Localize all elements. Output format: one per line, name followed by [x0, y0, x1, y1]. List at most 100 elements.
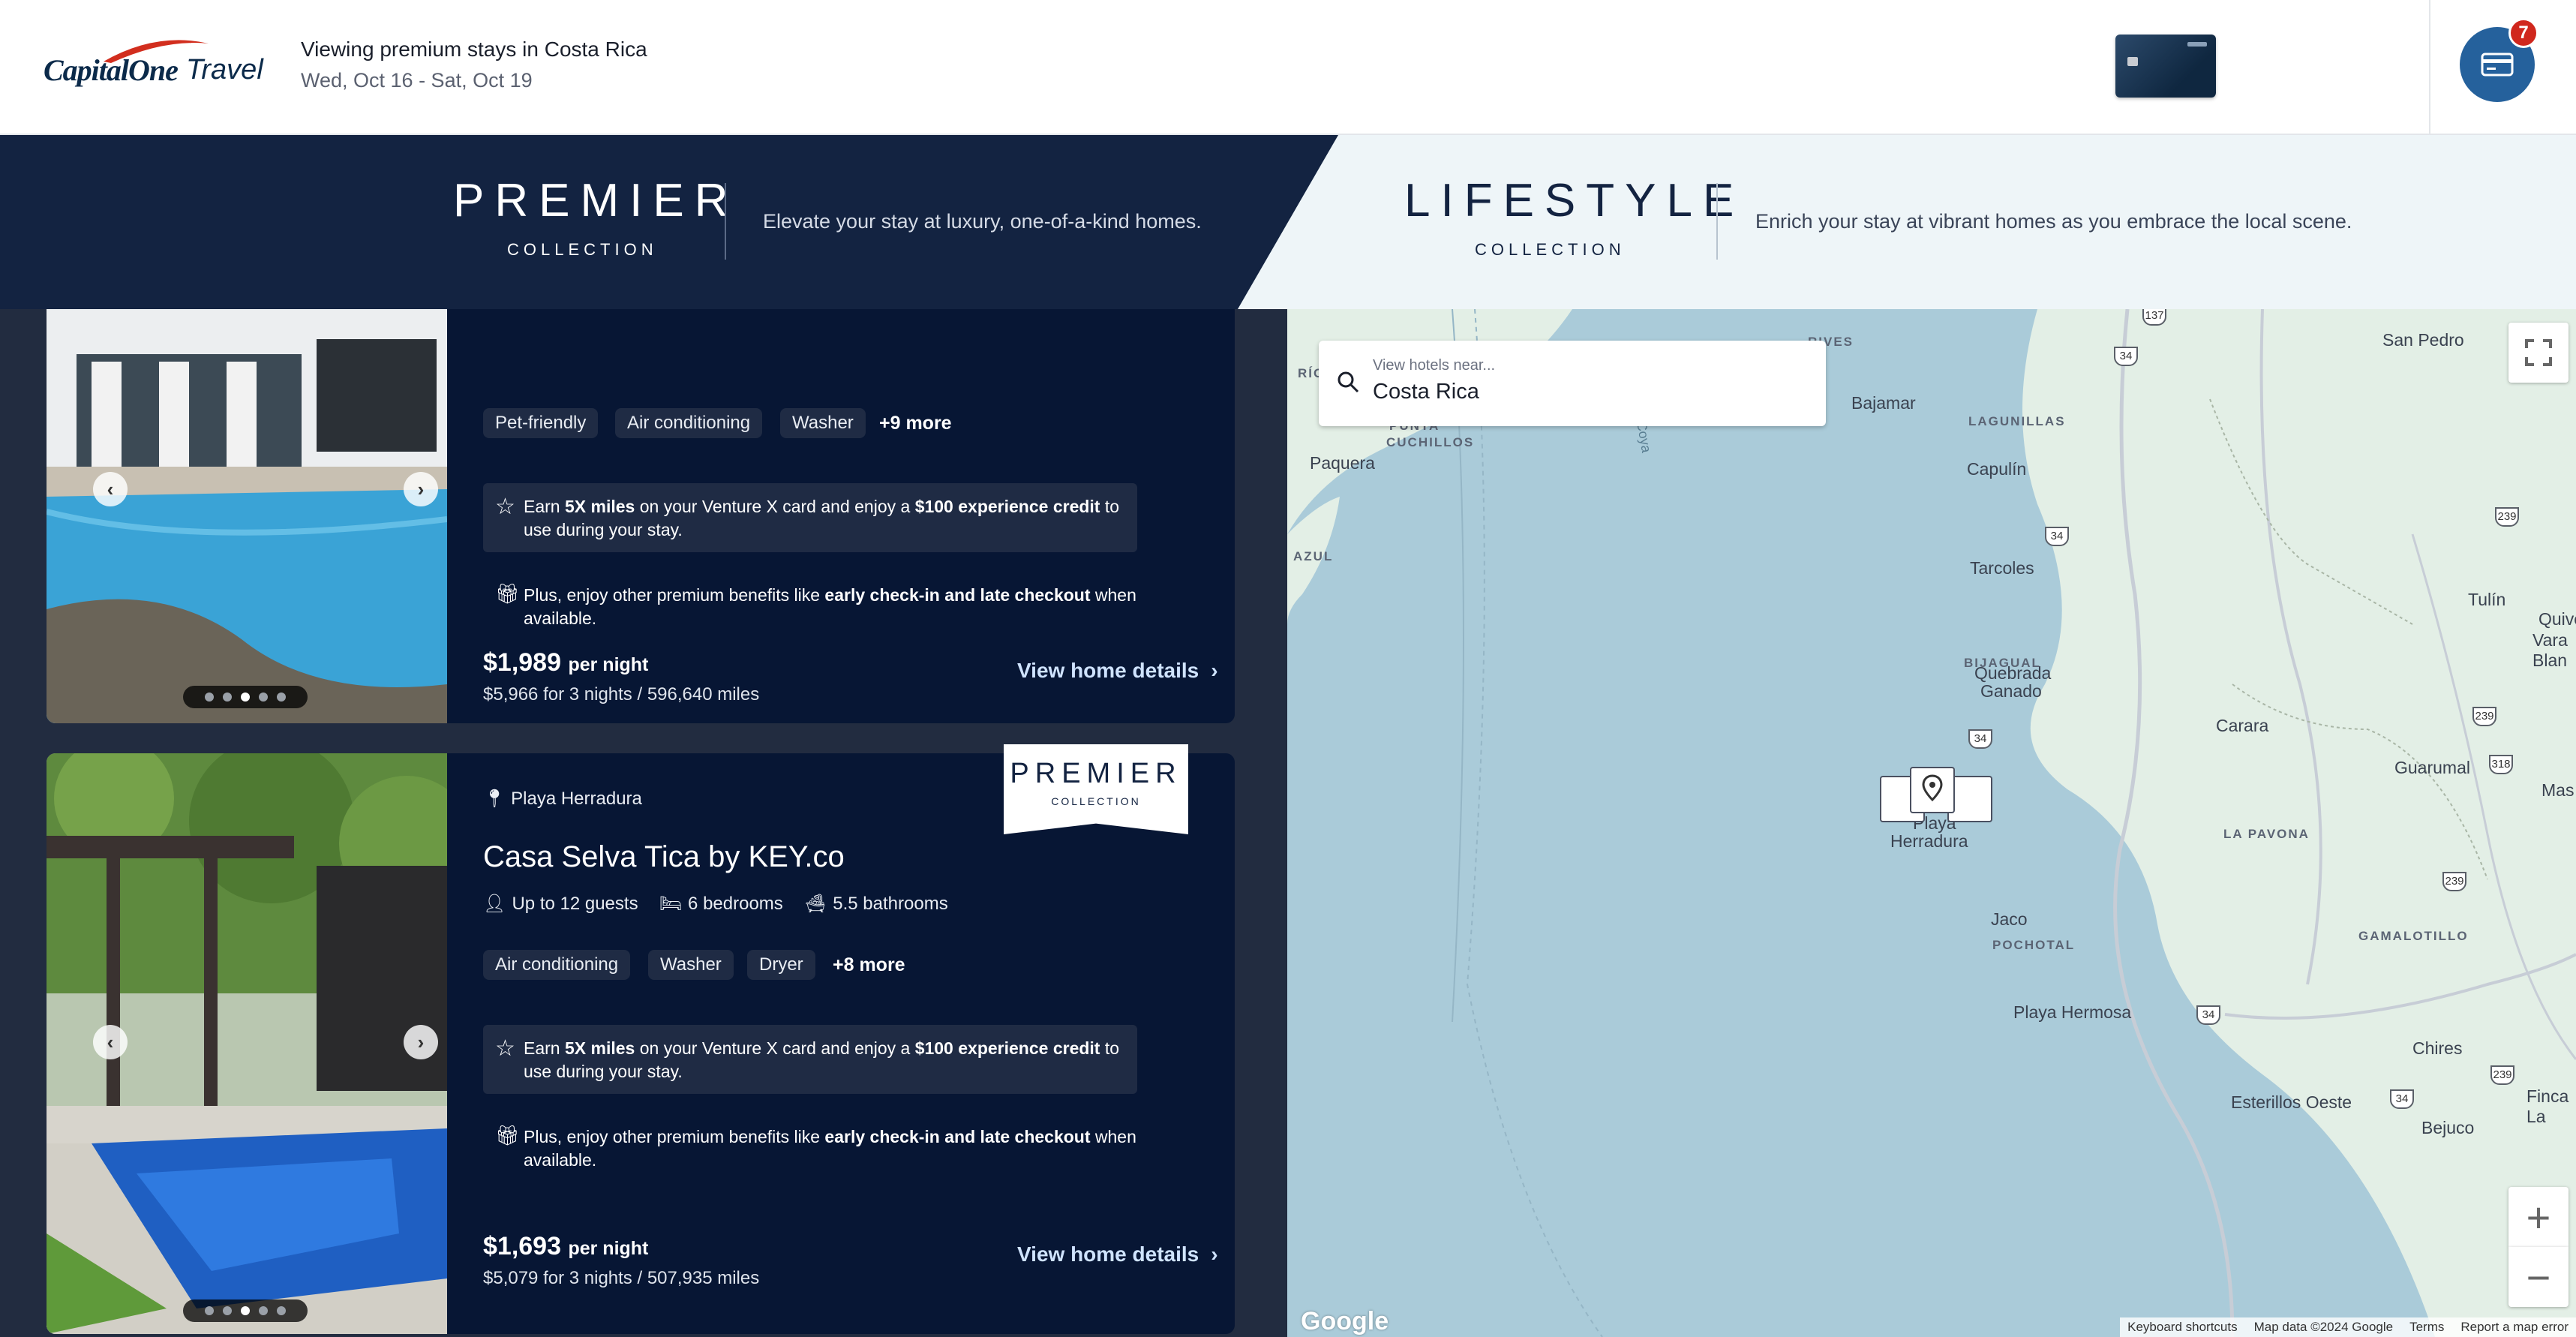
capital-one-travel-logo[interactable]: CapitalOne Travel: [44, 36, 269, 96]
badge-subtitle: COLLECTION: [1051, 795, 1141, 807]
chevron-right-icon: ›: [417, 477, 425, 500]
guests-stat: 👤︎ Up to 12 guests: [483, 893, 638, 915]
map-view[interactable]: San Pedro Bajamar Capulín Tarcoles Tulín…: [1287, 309, 2576, 1337]
report-map-error-link[interactable]: Report a map error: [2460, 1317, 2568, 1337]
chevron-right-icon: ›: [1211, 659, 1218, 682]
zoom-out-button[interactable]: −: [2508, 1247, 2568, 1307]
photo-next-button[interactable]: ›: [404, 472, 438, 506]
road-shield: 34: [2045, 527, 2069, 546]
property-marker-cluster[interactable]: [1880, 767, 2000, 822]
collection-banner: PREMIER COLLECTION Elevate your stay at …: [0, 135, 2576, 309]
map-place-label: Bajamar: [1851, 393, 1916, 413]
bedrooms-stat: 🛏︎ 6 bedrooms: [659, 893, 783, 915]
map-place-label: Tarcoles: [1970, 558, 2034, 578]
map-place-label: Bejuco: [2421, 1118, 2475, 1137]
map-place-label: Paquera: [1310, 453, 1375, 473]
map-attribution-bar: Keyboard shortcuts Map data ©2024 Google…: [2120, 1317, 2576, 1337]
fullscreen-icon: [2525, 339, 2552, 366]
map-place-label: Tulín: [2468, 590, 2506, 609]
road-shield: 34: [1968, 729, 1992, 749]
notification-badge: 7: [2508, 18, 2538, 48]
listing-stats: 👤︎ Up to 12 guests 🛏︎ 6 bedrooms 🛁︎ 5.5 bat…: [483, 893, 948, 915]
card-brand-mark: [2187, 42, 2207, 47]
villa-pool-photo: [47, 309, 447, 723]
star-icon: ☆: [495, 1036, 515, 1061]
bathrooms-stat: 🛁︎ 5.5 bathrooms: [803, 893, 948, 915]
gift-icon: 🎁︎: [495, 582, 521, 605]
header-divider: [2429, 0, 2430, 135]
terms-link[interactable]: Terms: [2409, 1317, 2444, 1337]
badge-title: PREMIER: [1010, 758, 1182, 789]
view-home-details-link[interactable]: View home details ›: [1017, 659, 1218, 683]
map-place-label: Guarumal: [2394, 758, 2470, 777]
map-search-box[interactable]: View hotels near... Costa Rica: [1319, 341, 1826, 426]
premier-description: Elevate your stay at luxury, one-of-a-ki…: [763, 210, 1202, 233]
map-search-input[interactable]: Costa Rica: [1373, 380, 1479, 404]
logo-suffix: Travel: [186, 54, 263, 86]
person-icon: 👤︎: [483, 894, 506, 914]
photo-prev-button[interactable]: ‹: [93, 472, 128, 506]
property-marker[interactable]: [1910, 767, 1955, 813]
map-search-placeholder: View hotels near...: [1373, 357, 1496, 374]
chevron-left-icon: ‹: [107, 1030, 114, 1053]
road-shield: 239: [2442, 872, 2466, 891]
map-area-label: CUCHILLOS: [1386, 435, 1475, 449]
map-area-label: AZUL: [1293, 549, 1334, 563]
search-icon: [1338, 371, 1359, 393]
road-shield: 239: [2495, 507, 2519, 527]
photo-pagination[interactable]: [183, 686, 308, 708]
map-place-label: Jaco: [1991, 909, 2028, 929]
lifestyle-description: Enrich your stay at vibrant homes as you…: [1755, 210, 2352, 233]
listing-card[interactable]: ‹ › Pet-friendly Air conditioning Washer…: [47, 309, 1235, 723]
photo-next-button[interactable]: ›: [404, 1025, 438, 1059]
map-place-label: Herradura: [1890, 831, 1968, 851]
road-shield: 34: [2196, 1005, 2220, 1025]
amenity-chip: Air conditioning: [483, 950, 631, 980]
photo-pagination[interactable]: [183, 1299, 308, 1322]
listing-name[interactable]: Casa Selva Tica by KEY.co: [483, 840, 845, 874]
map-place-label: Esterillos Oeste: [2231, 1092, 2352, 1112]
fullscreen-button[interactable]: [2508, 323, 2568, 383]
zoom-in-button[interactable]: +: [2508, 1187, 2568, 1247]
logo-brand: CapitalOne: [44, 53, 179, 87]
trip-dates[interactable]: Wed, Oct 16 - Sat, Oct 19: [301, 69, 533, 92]
map-place-label: Quivel: [2538, 609, 2576, 629]
listing-photo[interactable]: ‹ ›: [47, 753, 447, 1334]
bathtub-icon: 🛁︎: [803, 894, 827, 914]
premier-subtitle: COLLECTION: [507, 240, 658, 259]
road-shield: 137: [2142, 309, 2166, 326]
star-icon: ☆: [495, 494, 515, 519]
map-pin-icon: 📍︎: [483, 789, 506, 809]
listing-details: 📍︎ Playa Herradura Casa Selva Tica by KE…: [483, 753, 1235, 1334]
amenity-chip: Air conditioning: [615, 408, 763, 438]
bed-icon: 🛏︎: [659, 894, 683, 914]
map-place-label: San Pedro: [2382, 330, 2464, 350]
listing-card[interactable]: ‹ › 📍︎ Playa Herradura Casa Selva Tica b…: [47, 753, 1235, 1334]
venture-x-card-image[interactable]: [2115, 35, 2216, 98]
earn-miles-text: Earn 5X miles on your Venture X card and…: [524, 497, 1120, 539]
map-place-label: Ganado: [1980, 681, 2042, 701]
photo-prev-button[interactable]: ‹: [93, 1025, 128, 1059]
total-price: $5,966 for 3 nights / 596,640 miles: [483, 684, 760, 705]
top-header: CapitalOne Travel Viewing premium stays …: [0, 0, 2576, 135]
premier-collection-tab[interactable]: PREMIER COLLECTION Elevate your stay at …: [0, 135, 1338, 309]
amenity-more-link[interactable]: +9 more: [879, 408, 952, 438]
view-home-details-link[interactable]: View home details ›: [1017, 1242, 1218, 1266]
listing-photo[interactable]: ‹ ›: [47, 309, 447, 723]
minus-icon: −: [2526, 1253, 2551, 1301]
amenity-chip: Washer: [780, 408, 866, 438]
listing-location: 📍︎ Playa Herradura: [483, 789, 642, 809]
card-chip-icon: [2127, 57, 2138, 66]
premier-divider: [725, 183, 726, 260]
road-shield: 239: [2472, 707, 2496, 726]
chevron-right-icon: ›: [417, 1030, 425, 1053]
map-place-label: Mas: [2541, 780, 2574, 800]
nightly-price: $1,693 per night: [483, 1232, 649, 1260]
keyboard-shortcuts-link[interactable]: Keyboard shortcuts: [2127, 1317, 2237, 1337]
lifestyle-title: LIFESTYLE: [1404, 175, 1745, 227]
listings-panel[interactable]: ‹ › Pet-friendly Air conditioning Washer…: [0, 309, 1287, 1337]
chevron-right-icon: ›: [1211, 1242, 1218, 1266]
plus-icon: +: [2526, 1193, 2551, 1241]
amenity-more-link[interactable]: +8 more: [833, 950, 905, 980]
benefits-text: Plus, enjoy other premium benefits like …: [524, 585, 1136, 628]
